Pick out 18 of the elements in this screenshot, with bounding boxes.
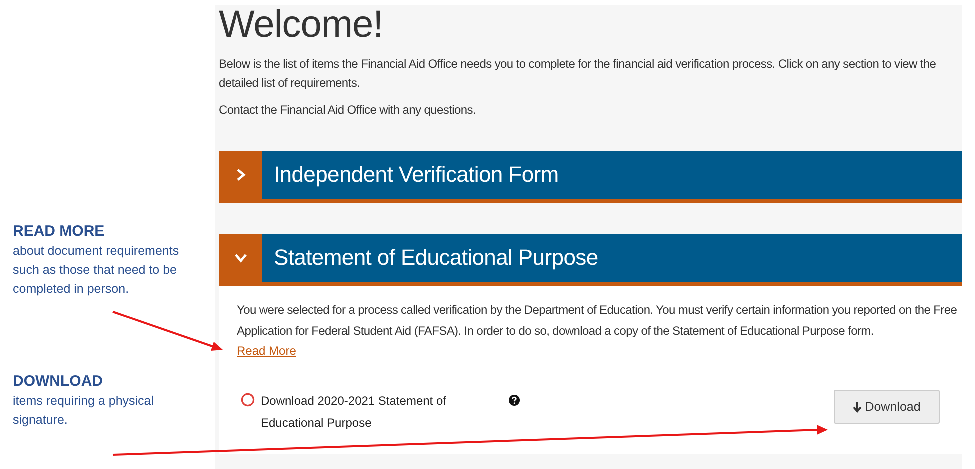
section-title: Independent Verification Form	[273, 162, 559, 188]
intro-text: Contact the Financial Aid Office with any questions.	[219, 102, 477, 119]
read-more-link[interactable]: Read More	[237, 344, 296, 358]
annotation-heading: READ MORE	[13, 222, 106, 242]
annotation-text: items requiring a physical signature.	[13, 393, 156, 429]
annotation-heading: DOWNLOAD	[13, 372, 104, 392]
download-button[interactable]: Download	[834, 390, 940, 424]
section-description: You were selected for a process called verification by the Department of Education. You must verify certain information you reported on the Free Application for Federal Student Aid (FAFSA). In order to do so, download a copy of the Statement of Educational Purpose form.	[237, 302, 958, 340]
item-label: Download 2020-2021 Statement of Educational Purpose	[261, 393, 448, 432]
page-title: Welcome!	[219, 5, 384, 45]
arrow-down-icon	[853, 402, 862, 412]
help-icon[interactable]	[509, 395, 520, 406]
section-header[interactable]: Independent Verification Form	[219, 151, 962, 203]
intro-text: Below is the list of items the Financial Aid Office needs you to complete for the financial aid verification process. Click on any section to view the detailed list of requirements.	[219, 56, 938, 92]
section-header[interactable]: Statement of Educational Purpose	[219, 234, 962, 286]
section-title: Statement of Educational Purpose	[273, 245, 598, 271]
circle-icon	[241, 393, 255, 407]
annotation-text: about document requirements such as those that need to be completed in person.	[13, 243, 180, 298]
